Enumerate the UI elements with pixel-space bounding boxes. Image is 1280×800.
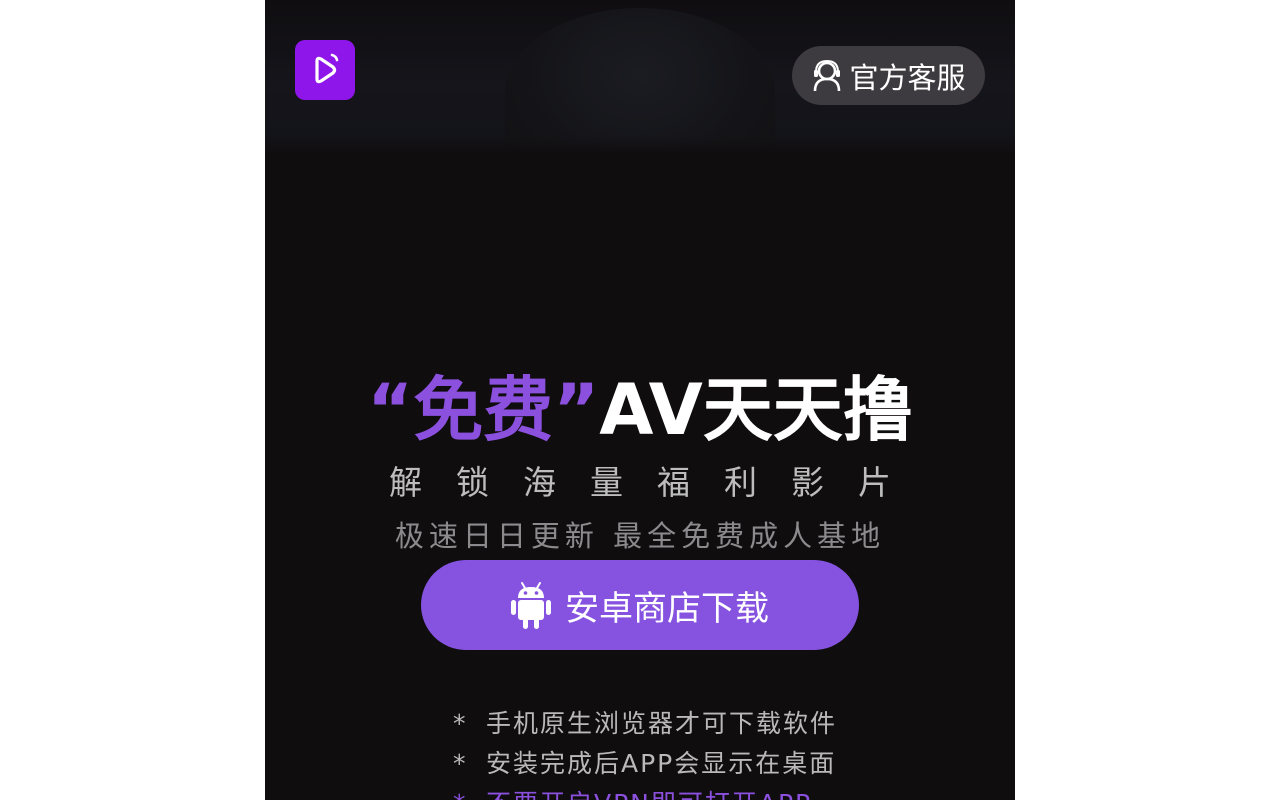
app-logo[interactable] — [295, 40, 355, 100]
android-icon — [511, 582, 551, 629]
tip-text: 不要开启VPN即可打开APP — [486, 789, 812, 800]
download-page: 官方客服 “免费”AV天天撸 解锁海量福利影片 极速日日更新 最全免费成人基地 … — [265, 0, 1015, 800]
tip-text: 手机原生浏览器才可下载软件 — [486, 709, 838, 738]
android-download-button[interactable]: 安卓商店下载 — [421, 560, 859, 650]
headline-accent: 免费 — [413, 369, 554, 451]
android-download-label: 安卓商店下载 — [565, 588, 769, 629]
install-tips: *手机原生浏览器才可下载软件 *安装完成后APP会显示在桌面 *不要开启VPN即… — [453, 704, 837, 800]
headline-open-quote: “ — [367, 369, 414, 451]
tip-item-highlight: *不要开启VPN即可打开APP — [453, 784, 837, 800]
subtitle-secondary: 极速日日更新 最全免费成人基地 — [394, 519, 886, 553]
tip-text: 安装完成后APP会显示在桌面 — [486, 749, 837, 778]
hero-fade — [265, 136, 1015, 154]
tip-item: * 手机原生浏览器才可下载软件 — [453, 704, 837, 744]
play-logo-icon — [315, 53, 339, 84]
headline: “免费”AV天天撸 — [265, 365, 1015, 455]
customer-service-icon — [814, 59, 841, 91]
tip-item: * 安装完成后APP会显示在桌面 — [453, 744, 837, 784]
tip-bullet: * — [453, 784, 486, 800]
customer-service-button[interactable]: 官方客服 — [792, 46, 985, 105]
tip-bullet: * — [453, 749, 468, 778]
subtitle-primary: 解锁海量福利影片 — [389, 463, 925, 502]
tip-bullet: * — [453, 709, 468, 738]
customer-service-label: 官方客服 — [849, 60, 966, 95]
hero-image — [505, 8, 775, 154]
headline-rest: AV天天撸 — [599, 369, 913, 451]
headline-close-quote: ” — [553, 369, 600, 451]
